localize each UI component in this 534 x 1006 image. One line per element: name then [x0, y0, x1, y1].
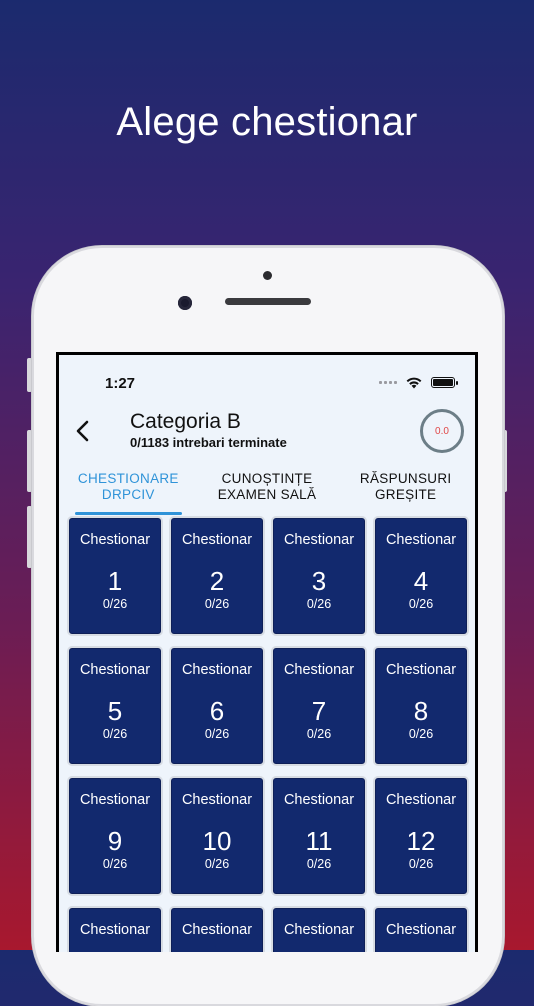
card-number: 8 [413, 696, 429, 726]
card-number: 6 [209, 696, 225, 726]
questionnaire-card[interactable]: Chestionar 10 0/26 [169, 776, 265, 896]
questionnaire-card[interactable]: Chestionar 9 0/26 [67, 776, 163, 896]
tab-label-line2: DRPCIV [101, 487, 155, 502]
questionnaire-card[interactable]: Chestionar 12 0/26 [373, 776, 469, 896]
card-label: Chestionar [385, 662, 457, 678]
questionnaire-card[interactable]: Chestionar 8 0/26 [373, 646, 469, 766]
tab-cunostinte-examen-sala[interactable]: CUNOȘTINȚE EXAMEN SALĂ [198, 467, 337, 511]
card-progress: 0/26 [408, 857, 434, 871]
card-progress: 0/26 [102, 727, 128, 741]
card-number: 4 [413, 566, 429, 596]
card-label: Chestionar [385, 922, 457, 938]
page-title: Categoria B [130, 410, 241, 433]
questionnaire-card[interactable]: Chestionar 6 0/26 [169, 646, 265, 766]
questionnaire-card[interactable]: Chestionar [169, 906, 265, 952]
card-progress: 0/26 [306, 727, 332, 741]
tab-label-line1: RĂSPUNSURI [359, 471, 452, 486]
card-number: 11 [305, 826, 333, 856]
card-number: 1 [107, 566, 123, 596]
battery-icon [431, 376, 458, 388]
card-label: Chestionar [181, 532, 253, 548]
questionnaire-card[interactable]: Chestionar [373, 906, 469, 952]
card-number: 12 [406, 826, 436, 856]
app-screen: 1:27 Categoria B 0/1183 intrebari termin… [59, 355, 475, 952]
questionnaire-card[interactable]: Chestionar 2 0/26 [169, 516, 265, 636]
tab-label-line2: EXAMEN SALĂ [217, 487, 317, 502]
card-progress: 0/26 [102, 597, 128, 611]
card-label: Chestionar [385, 532, 457, 548]
tab-raspunsuri-gresite[interactable]: RĂSPUNSURI GREȘITE [336, 467, 475, 511]
card-label: Chestionar [283, 532, 355, 548]
headline: Alege chestionar [116, 100, 418, 144]
card-label: Chestionar [283, 792, 355, 808]
status-time: 1:27 [105, 375, 136, 392]
wifi-icon [406, 377, 422, 389]
score-indicator: 0.0 [420, 409, 464, 453]
questionnaire-card[interactable]: Chestionar 1 0/26 [67, 516, 163, 636]
questionnaire-card[interactable]: Chestionar 3 0/26 [271, 516, 367, 636]
card-label: Chestionar [79, 922, 151, 938]
questionnaire-card[interactable]: Chestionar [67, 906, 163, 952]
card-progress: 0/26 [204, 727, 230, 741]
card-number: 3 [311, 566, 327, 596]
tab-label-line1: CHESTIONARE [77, 471, 179, 486]
questionnaire-card[interactable]: Chestionar [271, 906, 367, 952]
card-progress: 0/26 [204, 597, 230, 611]
card-number: 9 [107, 826, 123, 856]
card-progress: 0/26 [306, 597, 332, 611]
card-label: Chestionar [385, 792, 457, 808]
tab-label-line2: GREȘITE [374, 487, 437, 502]
questionnaire-card[interactable]: Chestionar 5 0/26 [67, 646, 163, 766]
signal-icon [379, 380, 397, 384]
card-progress: 0/26 [306, 857, 332, 871]
proximity-sensor [263, 271, 272, 280]
card-label: Chestionar [79, 792, 151, 808]
card-progress: 0/26 [408, 597, 434, 611]
card-number: 5 [107, 696, 123, 726]
questionnaire-card[interactable]: Chestionar 7 0/26 [271, 646, 367, 766]
card-label: Chestionar [79, 532, 151, 548]
questionnaire-card[interactable]: Chestionar 4 0/26 [373, 516, 469, 636]
status-icons [379, 375, 458, 389]
phone-screen: 1:27 Categoria B 0/1183 intrebari termin… [56, 352, 478, 952]
card-label: Chestionar [283, 922, 355, 938]
card-label: Chestionar [181, 792, 253, 808]
tab-chestionare-drpciv[interactable]: CHESTIONARE DRPCIV [59, 467, 198, 515]
card-progress: 0/26 [102, 857, 128, 871]
questionnaire-card[interactable]: Chestionar 11 0/26 [271, 776, 367, 896]
questionnaire-grid: Chestionar 1 0/26 Chestionar 2 0/26 Chestionar… [67, 516, 469, 952]
card-number: 7 [311, 696, 327, 726]
card-label: Chestionar [79, 662, 151, 678]
card-label: Chestionar [283, 662, 355, 678]
earpiece-speaker [225, 298, 311, 305]
tab-label-line1: CUNOȘTINȚE [221, 471, 313, 486]
tab-bar: CHESTIONARE DRPCIV CUNOȘTINȚE EXAMEN SAL… [59, 467, 475, 515]
front-camera [178, 296, 192, 310]
progress-subtitle: 0/1183 intrebari terminate [130, 435, 287, 450]
card-progress: 0/26 [408, 727, 434, 741]
back-arrow-icon[interactable] [73, 419, 93, 443]
card-progress: 0/26 [204, 857, 230, 871]
card-number: 10 [202, 826, 232, 856]
card-label: Chestionar [181, 662, 253, 678]
card-label: Chestionar [181, 922, 253, 938]
card-number: 2 [209, 566, 225, 596]
